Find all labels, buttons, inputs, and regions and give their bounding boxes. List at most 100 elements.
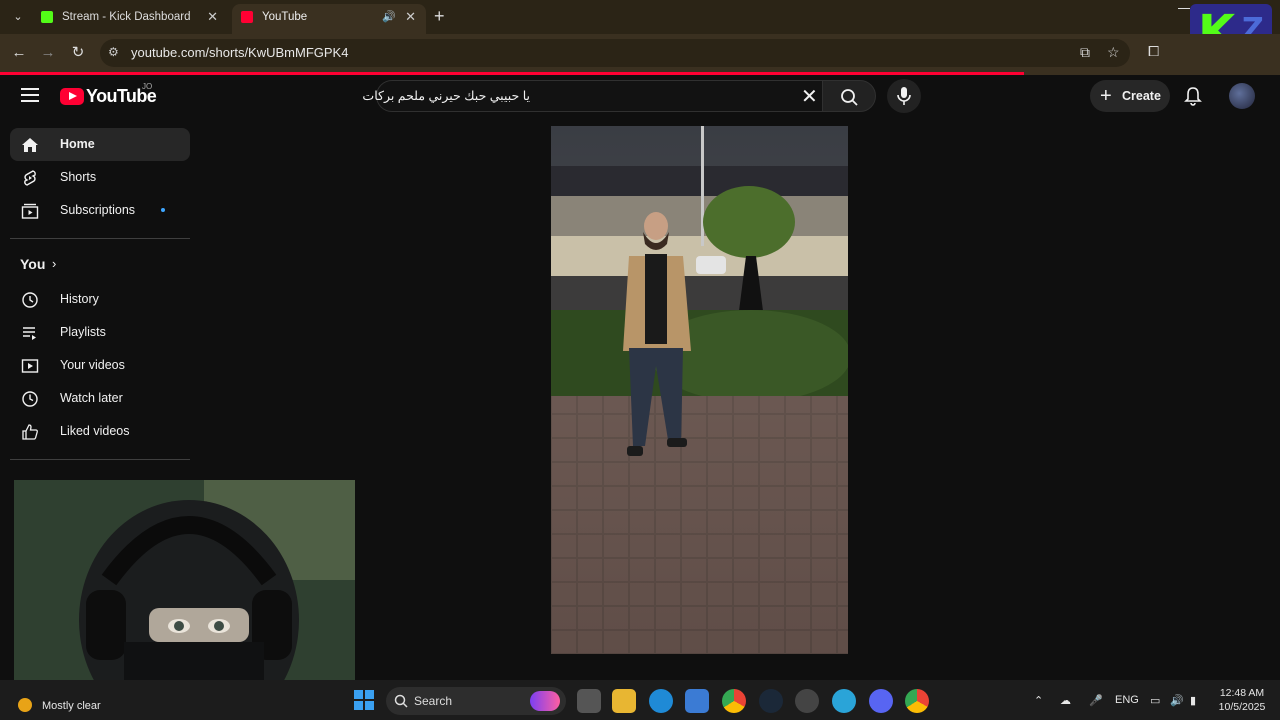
network-icon[interactable]: ▭ — [1150, 694, 1160, 707]
sidebar-item-home[interactable]: Home — [10, 128, 190, 161]
history-icon — [22, 292, 38, 308]
chevron-right-icon: › — [52, 256, 57, 271]
sidebar-item-label: History — [60, 292, 99, 306]
volume-icon[interactable]: 🔊 — [1170, 694, 1184, 707]
onedrive-icon[interactable]: ☁ — [1060, 694, 1071, 707]
sidebar-divider — [10, 459, 190, 460]
webcam-overlay — [14, 480, 355, 700]
language-indicator[interactable]: ENG — [1115, 694, 1139, 706]
back-button[interactable]: ← — [8, 42, 30, 64]
search-icon — [841, 89, 858, 106]
webcam-frame — [14, 480, 355, 700]
sidebar-item-your-videos[interactable]: Your videos — [10, 349, 190, 382]
page-load-progress-track — [1024, 72, 1280, 75]
sidebar-item-shorts[interactable]: Shorts — [10, 161, 190, 194]
new-tab-button[interactable]: + — [434, 6, 445, 27]
sidebar-item-watch-later[interactable]: Watch later — [10, 382, 190, 415]
plus-icon: + — [1100, 85, 1112, 107]
sidebar-item-label: Your videos — [60, 358, 125, 372]
clock-date: 10/5/2025 — [1218, 701, 1266, 713]
video-frame — [551, 126, 848, 654]
url-text: youtube.com/shorts/KwUBmMFGPK4 — [131, 45, 349, 60]
steam-icon[interactable] — [759, 689, 783, 713]
sidebar-item-label: Watch later — [60, 391, 123, 405]
taskbar-search-label: Search — [414, 694, 453, 708]
sidebar-item-playlists[interactable]: Playlists — [10, 316, 190, 349]
tray-microphone-icon[interactable]: 🎤 — [1089, 694, 1103, 707]
shorts-video-player[interactable] — [551, 126, 848, 654]
sidebar-item-label: Subscriptions — [60, 203, 136, 217]
menu-icon[interactable] — [21, 88, 39, 102]
sidebar-item-label: Shorts — [60, 170, 97, 184]
extensions-icon[interactable]: ⧠ — [1148, 43, 1159, 60]
battery-icon[interactable]: ▮ — [1190, 694, 1196, 707]
file-explorer-icon[interactable] — [612, 689, 636, 713]
speaker-icon[interactable]: 🔊 — [382, 4, 396, 30]
microphone-icon — [897, 87, 911, 105]
tab-title: Stream - Kick Dashboard — [62, 11, 191, 23]
sidebar-item-liked-videos[interactable]: Liked videos — [10, 415, 190, 448]
site-info-icon[interactable]: ⚙ — [108, 45, 119, 59]
install-app-icon[interactable]: ⧉ — [1080, 44, 1090, 61]
your-videos-icon — [21, 359, 39, 373]
sidebar-you-heading[interactable]: You › — [10, 250, 190, 278]
voice-search-button[interactable] — [887, 79, 921, 113]
you-label: You — [20, 256, 46, 272]
weather-icon[interactable] — [18, 698, 32, 712]
sidebar-item-label: Playlists — [60, 325, 106, 339]
bookmark-star-icon[interactable]: ☆ — [1107, 44, 1120, 61]
search-icon — [394, 694, 408, 708]
tray-overflow-icon[interactable]: ⌃ — [1034, 694, 1043, 707]
url-field[interactable]: ⚙ youtube.com/shorts/KwUBmMFGPK4 ⧉ ☆ — [100, 39, 1130, 67]
create-button[interactable]: + Create — [1090, 80, 1170, 112]
youtube-sidebar: Home Shorts Subscriptions You › History … — [10, 128, 190, 471]
home-icon — [22, 138, 38, 152]
create-label: Create — [1122, 89, 1161, 103]
search-button[interactable] — [822, 80, 876, 112]
tab-youtube[interactable]: YouTube 🔊 ✕ — [232, 4, 426, 34]
close-tab-icon[interactable]: ✕ — [405, 4, 416, 30]
clock-time: 12:48 AM — [1219, 687, 1265, 699]
youtube-play-icon — [60, 88, 84, 105]
country-code: JO — [142, 82, 153, 91]
windows-taskbar — [0, 680, 1280, 720]
app-icon[interactable] — [832, 689, 856, 713]
search-query: يا حبيبي حبك حيرني ملحم بركات — [362, 89, 530, 103]
edge-browser-icon[interactable] — [649, 689, 673, 713]
subscriptions-icon — [21, 203, 39, 219]
forward-button[interactable]: → — [37, 42, 59, 64]
minimize-window-icon[interactable] — [1178, 8, 1190, 9]
tab-title: YouTube — [262, 11, 308, 23]
taskbar-search-box[interactable]: Search — [386, 687, 566, 715]
chrome-icon[interactable] — [722, 689, 746, 713]
kick-favicon-icon — [41, 11, 53, 23]
reload-button[interactable]: ↻ — [67, 42, 89, 64]
liked-videos-icon — [22, 424, 38, 440]
sidebar-divider — [10, 238, 190, 239]
clear-search-icon[interactable]: ✕ — [801, 84, 818, 109]
weather-text[interactable]: Mostly clear — [42, 700, 101, 712]
sidebar-item-label: Liked videos — [60, 424, 130, 438]
microsoft-store-icon[interactable] — [685, 689, 709, 713]
page-load-progress — [0, 72, 1024, 75]
address-bar: ← → ↻ ⚙ youtube.com/shorts/KwUBmMFGPK4 ⧉… — [0, 34, 1280, 72]
task-view-icon[interactable] — [577, 689, 601, 713]
sidebar-item-history[interactable]: History — [10, 283, 190, 316]
sidebar-item-label: Home — [60, 137, 95, 151]
obs-icon[interactable] — [795, 689, 819, 713]
taskbar-clock[interactable]: 12:48 AM 10/5/2025 — [1214, 686, 1270, 714]
watch-later-icon — [22, 391, 38, 407]
tab-search-button[interactable]: ⌄ — [8, 7, 28, 27]
tab-kick-dashboard[interactable]: Stream - Kick Dashboard ✕ — [32, 4, 228, 34]
discord-icon[interactable] — [869, 689, 893, 713]
notifications-bell-icon[interactable] — [1184, 86, 1202, 106]
youtube-favicon-icon — [241, 11, 253, 23]
new-content-dot — [161, 208, 165, 212]
sidebar-item-subscriptions[interactable]: Subscriptions — [10, 194, 190, 227]
close-tab-icon[interactable]: ✕ — [207, 4, 218, 30]
browser-tab-bar: ⌄ Stream - Kick Dashboard ✕ YouTube 🔊 ✕ … — [0, 0, 1280, 34]
account-avatar[interactable] — [1229, 83, 1255, 109]
chrome-active-icon[interactable] — [905, 689, 929, 713]
windows-start-icon[interactable] — [354, 690, 374, 710]
search-input[interactable]: يا حبيبي حبك حيرني ملحم بركات ✕ — [362, 80, 823, 112]
